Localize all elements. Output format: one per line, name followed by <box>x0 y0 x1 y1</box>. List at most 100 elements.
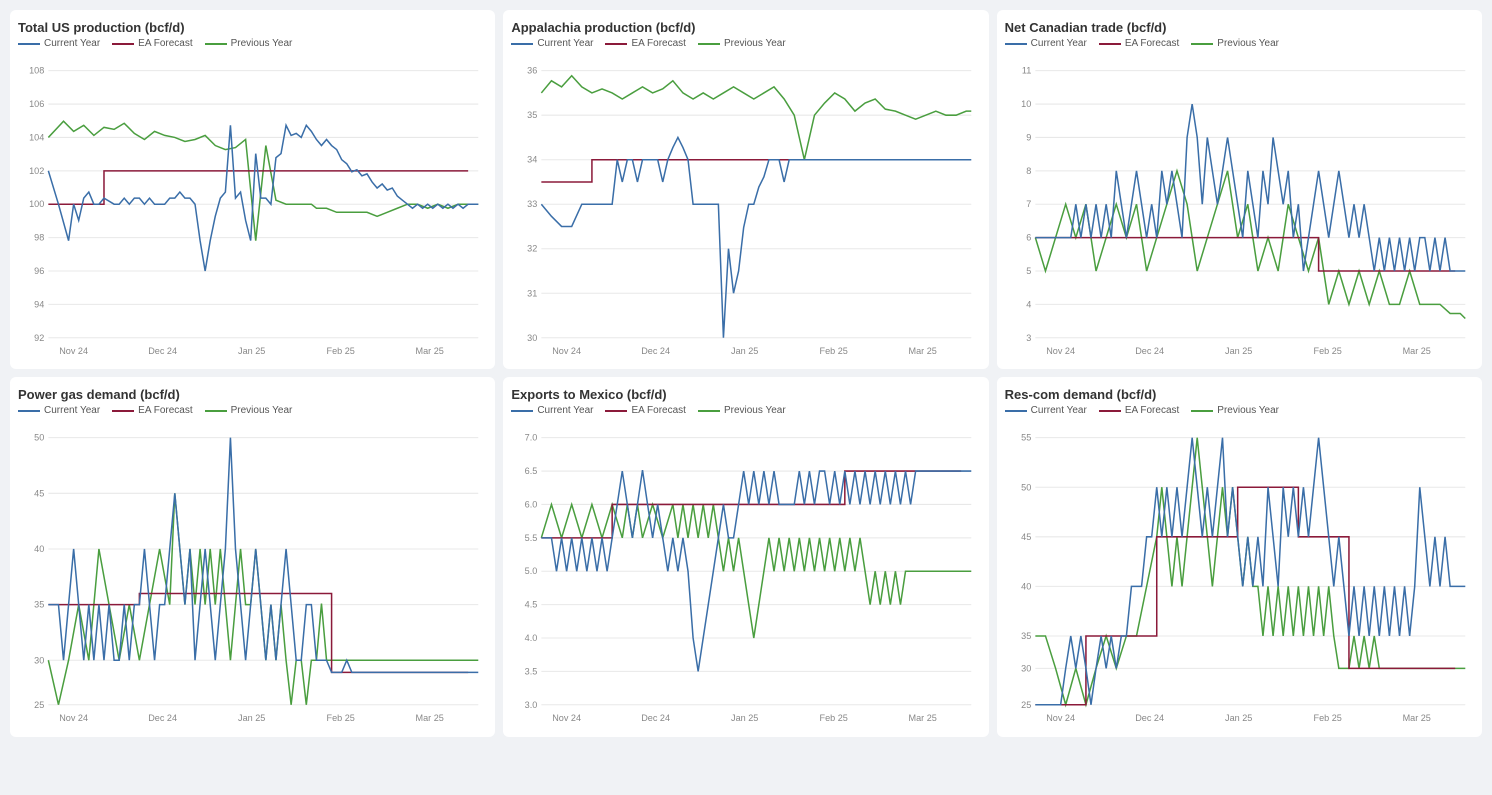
svg-text:Nov 24: Nov 24 <box>1046 713 1075 723</box>
svg-text:Mar 25: Mar 25 <box>1402 713 1430 723</box>
legend-current-year-6: Current Year <box>1005 405 1087 416</box>
svg-text:33: 33 <box>528 199 538 209</box>
svg-text:6.5: 6.5 <box>525 467 538 477</box>
chart-area-5: 7.0 6.5 6.0 5.5 5.0 4.5 4.0 3.5 3.0 <box>511 420 976 728</box>
legend-4: Current Year EA Forecast Previous Year <box>18 405 483 416</box>
chart-area-2: 36 35 34 33 32 31 30 Nov 24 Dec 24 Jan 2… <box>511 53 976 361</box>
svg-text:4.0: 4.0 <box>525 633 538 643</box>
legend-ea-forecast-4: EA Forecast <box>112 405 192 416</box>
svg-text:11: 11 <box>1022 66 1031 76</box>
svg-text:40: 40 <box>34 544 44 554</box>
svg-text:40: 40 <box>1021 582 1031 592</box>
legend-current-year-5: Current Year <box>511 405 593 416</box>
legend-ea-forecast-5: EA Forecast <box>605 405 685 416</box>
svg-text:3: 3 <box>1026 333 1031 343</box>
chart-area-3: 11 10 9 8 7 6 5 4 3 Nov 24 <box>1005 53 1470 361</box>
svg-text:Jan 25: Jan 25 <box>731 346 758 356</box>
svg-text:45: 45 <box>1021 532 1031 542</box>
legend-current-year-4: Current Year <box>18 405 100 416</box>
chart-title-3: Net Canadian trade (bcf/d) <box>1005 20 1470 35</box>
chart-exports-mexico: Exports to Mexico (bcf/d) Current Year E… <box>503 377 988 736</box>
legend-previous-year-6: Previous Year <box>1191 405 1279 416</box>
svg-text:Mar 25: Mar 25 <box>1402 346 1430 356</box>
legend-ea-forecast-3: EA Forecast <box>1099 38 1179 49</box>
svg-text:Dec 24: Dec 24 <box>642 346 671 356</box>
svg-text:30: 30 <box>34 656 44 666</box>
svg-text:Mar 25: Mar 25 <box>909 713 937 723</box>
svg-text:5: 5 <box>1026 266 1031 276</box>
svg-text:32: 32 <box>528 244 538 254</box>
svg-text:Mar 25: Mar 25 <box>416 346 444 356</box>
svg-text:3.0: 3.0 <box>525 700 538 710</box>
legend-ea-forecast-6: EA Forecast <box>1099 405 1179 416</box>
svg-text:100: 100 <box>29 199 44 209</box>
chart-appalachia-production: Appalachia production (bcf/d) Current Ye… <box>503 10 988 369</box>
svg-text:Dec 24: Dec 24 <box>642 713 671 723</box>
legend-ea-forecast-2: EA Forecast <box>605 38 685 49</box>
legend-current-year-2: Current Year <box>511 38 593 49</box>
svg-text:Dec 24: Dec 24 <box>1135 346 1164 356</box>
svg-text:3.5: 3.5 <box>525 667 538 677</box>
chart-title-4: Power gas demand (bcf/d) <box>18 387 483 402</box>
svg-text:Feb 25: Feb 25 <box>1313 713 1341 723</box>
svg-text:6.0: 6.0 <box>525 500 538 510</box>
legend-previous-year-2: Previous Year <box>698 38 786 49</box>
svg-text:Nov 24: Nov 24 <box>59 346 88 356</box>
svg-text:Feb 25: Feb 25 <box>327 713 355 723</box>
svg-text:Feb 25: Feb 25 <box>820 713 848 723</box>
chart-area-6: 55 50 45 40 35 30 25 Nov 24 Dec 24 Jan 2… <box>1005 420 1470 728</box>
svg-text:35: 35 <box>34 600 44 610</box>
svg-text:9: 9 <box>1026 132 1031 142</box>
legend-previous-year-1: Previous Year <box>205 38 293 49</box>
legend-ea-forecast-1: EA Forecast <box>112 38 192 49</box>
svg-text:Feb 25: Feb 25 <box>820 346 848 356</box>
svg-text:10: 10 <box>1021 99 1031 109</box>
svg-text:34: 34 <box>528 155 538 165</box>
svg-text:25: 25 <box>1021 700 1031 710</box>
svg-text:55: 55 <box>1021 433 1031 443</box>
svg-text:Dec 24: Dec 24 <box>148 346 177 356</box>
svg-text:Dec 24: Dec 24 <box>1135 713 1164 723</box>
svg-text:Jan 25: Jan 25 <box>731 713 758 723</box>
chart-title-5: Exports to Mexico (bcf/d) <box>511 387 976 402</box>
chart-area-1: 108 106 104 102 100 98 96 94 92 <box>18 53 483 361</box>
svg-text:50: 50 <box>1021 483 1031 493</box>
chart-area-4: 50 45 40 35 30 25 Nov 24 Dec 24 Jan 25 F… <box>18 420 483 728</box>
legend-previous-year-4: Previous Year <box>205 405 293 416</box>
svg-text:Mar 25: Mar 25 <box>909 346 937 356</box>
svg-text:Feb 25: Feb 25 <box>1313 346 1341 356</box>
charts-grid: Total US production (bcf/d) Current Year… <box>10 10 1482 737</box>
svg-text:94: 94 <box>34 299 44 309</box>
chart-title-2: Appalachia production (bcf/d) <box>511 20 976 35</box>
svg-text:Mar 25: Mar 25 <box>416 713 444 723</box>
svg-text:35: 35 <box>1021 631 1031 641</box>
svg-text:30: 30 <box>1021 664 1031 674</box>
svg-text:Nov 24: Nov 24 <box>1046 346 1075 356</box>
svg-text:6: 6 <box>1026 233 1031 243</box>
svg-text:31: 31 <box>528 288 538 298</box>
legend-current-year-3: Current Year <box>1005 38 1087 49</box>
svg-text:Feb 25: Feb 25 <box>327 346 355 356</box>
chart-power-gas-demand: Power gas demand (bcf/d) Current Year EA… <box>10 377 495 736</box>
svg-text:96: 96 <box>34 266 44 276</box>
legend-3: Current Year EA Forecast Previous Year <box>1005 38 1470 49</box>
svg-text:Jan 25: Jan 25 <box>238 713 265 723</box>
svg-text:25: 25 <box>34 700 44 710</box>
svg-text:7.0: 7.0 <box>525 433 538 443</box>
svg-text:Jan 25: Jan 25 <box>1225 713 1252 723</box>
svg-text:108: 108 <box>29 66 44 76</box>
svg-text:Nov 24: Nov 24 <box>553 713 582 723</box>
legend-6: Current Year EA Forecast Previous Year <box>1005 405 1470 416</box>
chart-title-1: Total US production (bcf/d) <box>18 20 483 35</box>
svg-text:36: 36 <box>528 66 538 76</box>
svg-text:45: 45 <box>34 489 44 499</box>
svg-text:5.0: 5.0 <box>525 567 538 577</box>
svg-text:Jan 25: Jan 25 <box>1225 346 1252 356</box>
chart-total-us-production: Total US production (bcf/d) Current Year… <box>10 10 495 369</box>
svg-text:106: 106 <box>29 99 44 109</box>
legend-previous-year-5: Previous Year <box>698 405 786 416</box>
svg-text:35: 35 <box>528 110 538 120</box>
svg-text:30: 30 <box>528 333 538 343</box>
svg-text:Nov 24: Nov 24 <box>59 713 88 723</box>
svg-text:7: 7 <box>1026 199 1031 209</box>
